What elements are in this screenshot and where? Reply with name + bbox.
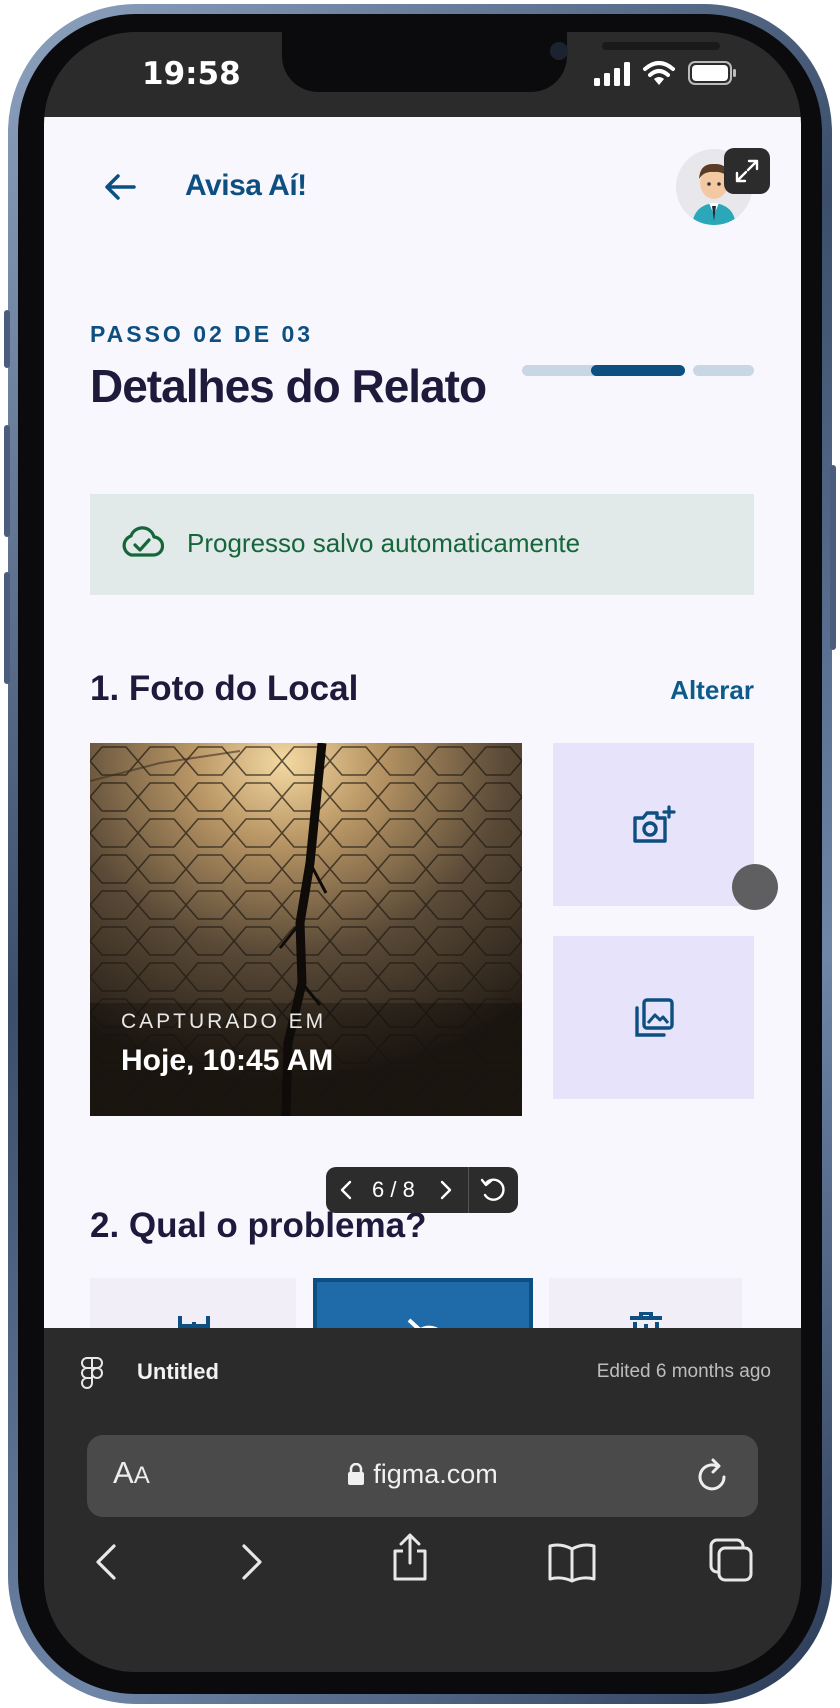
side-button-volume-down	[4, 572, 10, 684]
category-option-1[interactable]	[90, 1278, 296, 1328]
next-frame-icon[interactable]	[438, 1180, 454, 1200]
gallery-button[interactable]	[553, 936, 754, 1099]
change-photo-link[interactable]: Alterar	[670, 675, 754, 706]
take-photo-button[interactable]	[553, 743, 754, 906]
pager-divider	[468, 1167, 469, 1213]
category-option-3[interactable]	[549, 1278, 742, 1328]
bookmarks-icon[interactable]	[547, 1541, 597, 1583]
side-button-power	[830, 465, 836, 650]
prototype-pager: 6 / 8	[326, 1167, 518, 1213]
photo-caption-label: CAPTURADO EM	[121, 1010, 327, 1033]
autosave-banner: Progresso salvo automaticamente	[90, 494, 754, 595]
photo-section-title: 1. Foto do Local	[90, 669, 359, 708]
expand-icon	[735, 159, 759, 183]
add-photo-icon	[632, 804, 676, 843]
drag-handle[interactable]	[732, 864, 778, 910]
expand-button[interactable]	[724, 148, 770, 194]
cellular-signal-icon	[594, 62, 630, 86]
lock-icon	[348, 1462, 365, 1485]
front-camera	[550, 42, 568, 60]
battery-icon	[688, 61, 736, 85]
figma-file-bar: Untitled Edited 6 months ago	[44, 1328, 801, 1423]
tabs-icon[interactable]	[708, 1537, 754, 1583]
figma-edited-time: Edited 6 months ago	[596, 1361, 771, 1382]
wifi-icon	[643, 61, 675, 85]
app-title: Avisa Aí!	[185, 169, 307, 202]
autosave-text: Progresso salvo automaticamente	[187, 528, 581, 558]
road-barrier-icon	[178, 1316, 210, 1328]
status-time: 19:58	[142, 56, 241, 92]
gallery-icon	[634, 997, 674, 1037]
photo-caption-time: Hoje, 10:45 AM	[121, 1044, 334, 1077]
browser-back-icon[interactable]	[94, 1543, 118, 1581]
step-label: PASSO 02 DE 03	[90, 321, 314, 347]
figma-logo-icon	[81, 1357, 103, 1389]
figma-file-name[interactable]: Untitled	[137, 1359, 219, 1385]
speaker-grille	[602, 42, 720, 50]
back-arrow-icon[interactable]	[102, 169, 138, 205]
restart-icon[interactable]	[480, 1177, 508, 1203]
reload-icon[interactable]	[696, 1457, 730, 1495]
step-progress-segment-2	[591, 365, 685, 376]
lighting-icon	[407, 1318, 438, 1328]
browser-toolbar: AA figma.com	[44, 1423, 801, 1672]
step-progress-segment-3	[693, 365, 754, 376]
cloud-check-icon	[122, 526, 164, 557]
previous-frame-icon[interactable]	[338, 1180, 354, 1200]
url-text: figma.com	[373, 1459, 498, 1489]
share-icon[interactable]	[390, 1533, 430, 1583]
pager-count: 6 / 8	[372, 1177, 415, 1202]
dynamic-island	[282, 32, 720, 92]
location-photo: CAPTURADO EM Hoje, 10:45 AM	[90, 743, 522, 1116]
browser-forward-icon[interactable]	[240, 1543, 264, 1581]
side-button-silent	[4, 310, 10, 368]
url-display[interactable]: figma.com	[87, 1459, 758, 1490]
address-bar[interactable]: AA figma.com	[87, 1435, 758, 1517]
trash-icon	[630, 1312, 662, 1328]
side-button-volume-up	[4, 425, 10, 537]
app-screen: Avisa Aí! PASSO 02 DE 03 Detalhes do Rel…	[44, 117, 801, 1328]
category-option-2[interactable]	[313, 1278, 533, 1328]
phone-screen: 19:58 Avisa Aí! PASSO 02 DE 03 Detalhes …	[44, 32, 801, 1672]
status-bar: 19:58	[44, 32, 801, 117]
page-title: Detalhes do Relato	[90, 360, 487, 412]
